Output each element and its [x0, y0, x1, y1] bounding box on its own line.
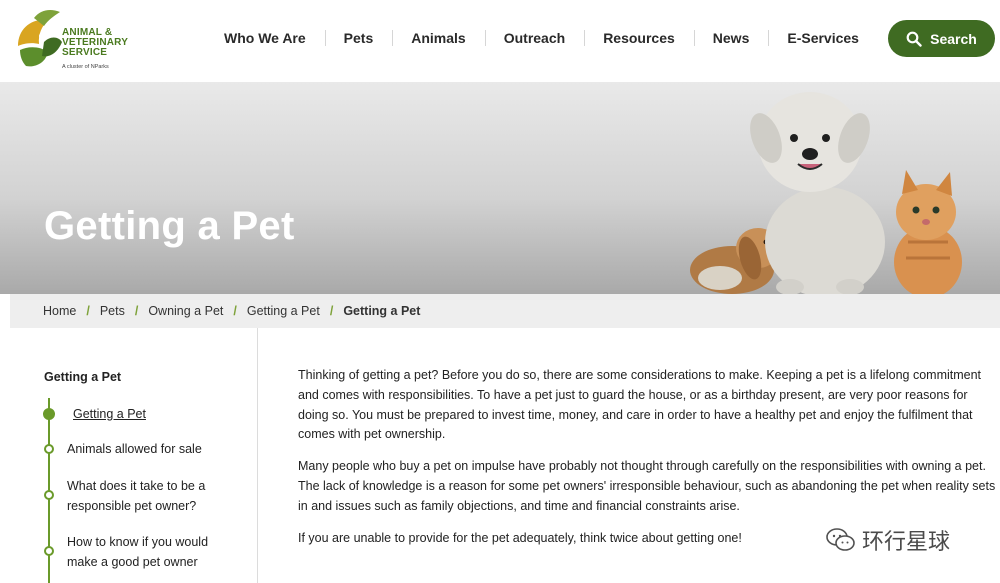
breadcrumb-owning-a-pet[interactable]: Owning a Pet: [148, 304, 223, 318]
nav-item-pets[interactable]: Pets: [324, 22, 393, 54]
breadcrumb-separator: /: [233, 304, 237, 318]
search-button-label: Search: [930, 30, 977, 47]
article-paragraph-1: Thinking of getting a pet? Before you do…: [298, 368, 982, 442]
watermark-text: 环行星球: [862, 529, 951, 554]
logo-wordmark: ANIMAL & VETERINARY SERVICE: [62, 28, 128, 58]
main-nav: Who We Are Pets Animals Outreach Resourc…: [205, 22, 878, 54]
nav-item-e-services[interactable]: E-Services: [768, 22, 878, 54]
nav-item-outreach[interactable]: Outreach: [484, 22, 584, 54]
article-paragraph-2: Many people who buy a pet on impulse hav…: [298, 459, 996, 513]
pets-photo: [690, 92, 962, 294]
search-icon: [906, 31, 922, 47]
search-button[interactable]: Search: [888, 20, 995, 57]
breadcrumb-separator: /: [329, 304, 334, 318]
breadcrumb: Home / Pets / Owning a Pet / Getting a P…: [10, 294, 1000, 328]
wechat-icon: [826, 528, 855, 551]
sidebar-dot-icon: [44, 546, 54, 556]
nav-item-resources[interactable]: Resources: [584, 22, 694, 54]
sidebar-active-dot-icon: [43, 408, 55, 420]
site-header: ANIMAL & VETERINARY SERVICE A cluster of…: [0, 0, 1000, 82]
sidebar-item-responsible-owner[interactable]: What does it take to be a responsible pe…: [67, 476, 237, 516]
breadcrumb-separator: /: [86, 304, 90, 318]
site-logo[interactable]: ANIMAL & VETERINARY SERVICE A cluster of…: [0, 0, 180, 80]
logo-tagline: A cluster of NParks: [62, 64, 109, 70]
sidebar-dot-icon: [44, 444, 54, 454]
sidebar-title: Getting a Pet: [44, 370, 122, 384]
sidebar-item-good-pet-owner[interactable]: How to know if you would make a good pet…: [67, 532, 237, 572]
sidebar-nav: Getting a Pet Getting a Pet Animals allo…: [0, 328, 258, 583]
breadcrumb-getting-a-pet[interactable]: Getting a Pet: [247, 304, 320, 318]
sidebar-item-getting-a-pet[interactable]: Getting a Pet: [73, 404, 243, 424]
nav-item-who-we-are[interactable]: Who We Are: [205, 22, 325, 54]
breadcrumb-home[interactable]: Home: [43, 304, 76, 318]
sidebar-dot-icon: [44, 490, 54, 500]
sidebar-item-animals-allowed[interactable]: Animals allowed for sale: [67, 439, 237, 459]
nav-item-news[interactable]: News: [693, 22, 769, 54]
logo-line-3: SERVICE: [62, 47, 108, 58]
watermark: 环行星球: [826, 524, 950, 556]
kitten-image: [894, 170, 962, 294]
breadcrumb-current: Getting a Pet: [343, 304, 421, 318]
breadcrumb-pets[interactable]: Pets: [100, 304, 125, 318]
hero-banner: Getting a Pet: [0, 82, 1000, 294]
breadcrumb-separator: /: [134, 304, 139, 318]
page-title: Getting a Pet: [44, 204, 295, 248]
nav-item-animals[interactable]: Animals: [392, 22, 484, 54]
